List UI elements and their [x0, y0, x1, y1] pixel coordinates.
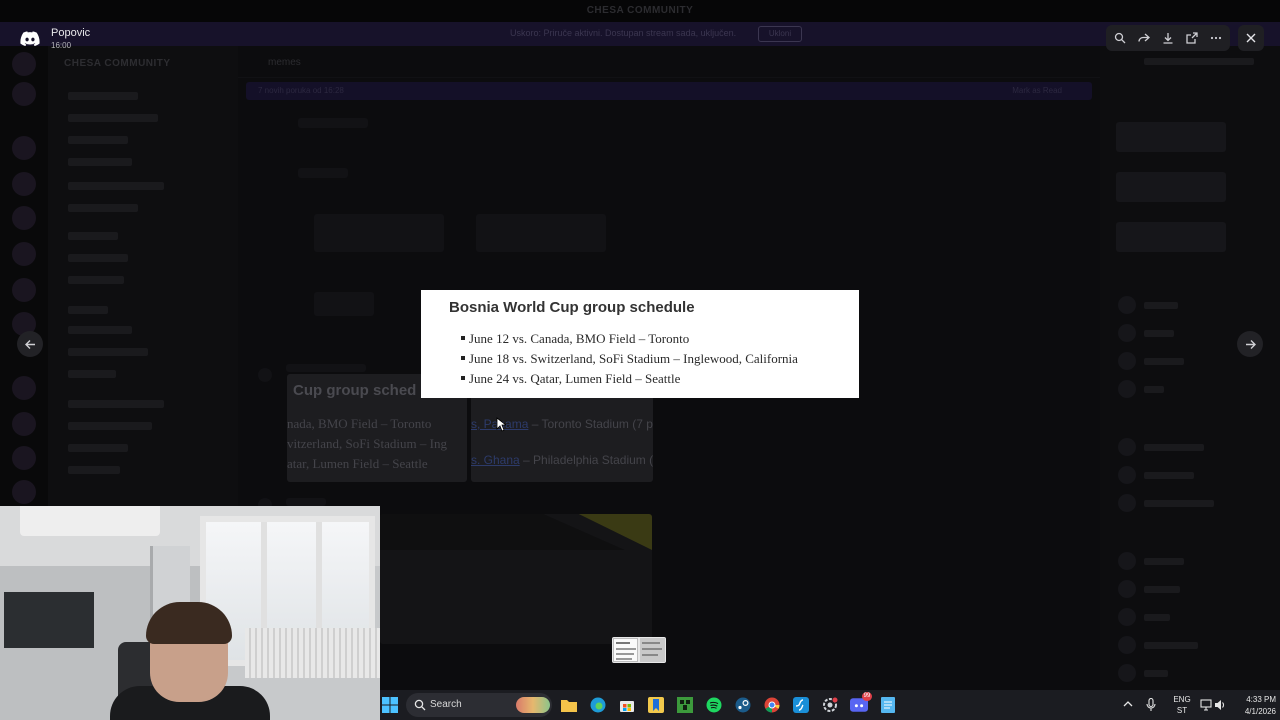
- image-thumbnail-strip[interactable]: [612, 637, 666, 663]
- clock-time: 4:33 PM: [1246, 695, 1276, 704]
- windows-icon: [382, 697, 398, 713]
- new-messages-bar: 7 novih poruka od 16:28 Mark as Read: [246, 82, 1092, 100]
- arrow-left-icon: [24, 339, 35, 349]
- schedule-item: June 18 vs. Switzerland, SoFi Stadium – …: [461, 350, 798, 370]
- embed-preview-image: [380, 514, 652, 644]
- notepad-icon[interactable]: [878, 695, 898, 715]
- clock-date: 4/1/2026: [1244, 707, 1276, 716]
- search-placeholder: Search: [430, 699, 462, 710]
- embed-title: Cup group sched: [293, 382, 417, 399]
- bookmark-app-icon[interactable]: [646, 695, 666, 715]
- channel-name: memes: [268, 57, 301, 68]
- mouse-cursor-icon: [496, 417, 506, 432]
- embed-line: vitzerland, SoFi Stadium – Ing: [287, 436, 447, 451]
- thumbnail-1[interactable]: [613, 638, 638, 662]
- more-button[interactable]: [1204, 25, 1228, 51]
- microphone-button[interactable]: [1146, 697, 1156, 720]
- store-icon[interactable]: [617, 695, 637, 715]
- more-icon: [1210, 36, 1222, 40]
- server-name: CHESA COMMUNITY: [64, 58, 171, 69]
- open-external-icon: [1186, 32, 1198, 44]
- image-title: Bosnia World Cup group schedule: [449, 299, 695, 316]
- schedule-item: June 24 vs. Qatar, Lumen Field – Seattle: [461, 370, 798, 390]
- window-titlebar: CHESA COMMUNITY: [0, 0, 1280, 22]
- volume-button[interactable]: [1214, 699, 1226, 720]
- download-button[interactable]: [1156, 25, 1180, 51]
- schedule-item: June 12 vs. Canada, BMO Field – Toronto: [461, 330, 798, 350]
- edge-icon[interactable]: [588, 695, 608, 715]
- banner-button: Ukloni: [758, 26, 802, 42]
- channel-list: CHESA COMMUNITY: [48, 46, 238, 506]
- close-icon: [1246, 33, 1256, 43]
- embed-line: s. Ghana – Philadelphia Stadium (5: [471, 453, 653, 467]
- network-icon: [1200, 699, 1212, 711]
- taskbar: Search 99 ENG ST 4:33 PM 4/1/2026: [380, 690, 1280, 720]
- window-title: CHESA COMMUNITY: [586, 5, 694, 16]
- webcam-feed: [0, 506, 380, 720]
- language-top: ENG: [1173, 695, 1191, 704]
- thumbnail-2[interactable]: [640, 638, 665, 662]
- embed-line: atar, Lumen Field – Seattle: [287, 456, 428, 471]
- close-viewer-button[interactable]: [1238, 25, 1264, 51]
- discord-logo-icon: [20, 31, 40, 46]
- zoom-icon: [1114, 32, 1126, 44]
- start-button[interactable]: [380, 695, 400, 715]
- chat-header: memes: [238, 46, 1100, 78]
- tray-overflow-button[interactable]: [1123, 700, 1133, 720]
- mark-read-text: Mark as Read: [1012, 86, 1062, 95]
- viewer-toolbar: [1106, 25, 1230, 51]
- microphone-icon: [1146, 697, 1156, 711]
- download-icon: [1163, 33, 1173, 44]
- zoom-button[interactable]: [1108, 25, 1132, 51]
- clock[interactable]: 4:33 PM 4/1/2026: [1232, 695, 1276, 720]
- previous-image-button[interactable]: [17, 331, 43, 357]
- schedule-list: June 12 vs. Canada, BMO Field – Toronto …: [461, 330, 798, 390]
- settings-app-icon[interactable]: [820, 695, 840, 715]
- discord-icon[interactable]: 99: [849, 692, 872, 715]
- member-list: [1100, 46, 1280, 690]
- arrow-right-icon: [1245, 339, 1256, 349]
- search-icon: [414, 699, 426, 711]
- forward-icon: [1138, 33, 1150, 42]
- file-explorer-icon[interactable]: [559, 695, 579, 715]
- discord-badge: 99: [862, 692, 872, 701]
- notice-banner: Uskoro: Priruče aktivni. Dostupan stream…: [0, 22, 1280, 46]
- network-button[interactable]: [1200, 699, 1212, 720]
- language-bottom: ST: [1176, 706, 1188, 715]
- language-indicator[interactable]: ENG ST: [1170, 695, 1194, 720]
- steam-icon[interactable]: [733, 695, 753, 715]
- chevron-up-icon: [1123, 701, 1133, 707]
- spotify-icon[interactable]: [704, 695, 724, 715]
- viewed-image[interactable]: Bosnia World Cup group schedule June 12 …: [421, 290, 859, 398]
- volume-icon: [1215, 700, 1225, 710]
- next-image-button[interactable]: [1237, 331, 1263, 357]
- upload-time: 16:00: [51, 41, 72, 50]
- uploader-name[interactable]: Popovic: [51, 27, 90, 39]
- open-external-button[interactable]: [1180, 25, 1204, 51]
- search-highlight-icon: [516, 697, 550, 713]
- embed-line: nada, BMO Field – Toronto: [287, 416, 432, 431]
- chrome-icon[interactable]: [762, 695, 782, 715]
- new-messages-text: 7 novih poruka od 16:28: [258, 86, 344, 95]
- banner-text: Uskoro: Priruče aktivni. Dostupan stream…: [510, 28, 737, 38]
- script-app-icon[interactable]: [791, 695, 811, 715]
- taskbar-search[interactable]: Search: [406, 693, 552, 717]
- forward-button[interactable]: [1132, 25, 1156, 51]
- screen: CHESA COMMUNITY Uskoro: Priruče aktivni.…: [0, 0, 1280, 720]
- xbox-icon[interactable]: [675, 695, 695, 715]
